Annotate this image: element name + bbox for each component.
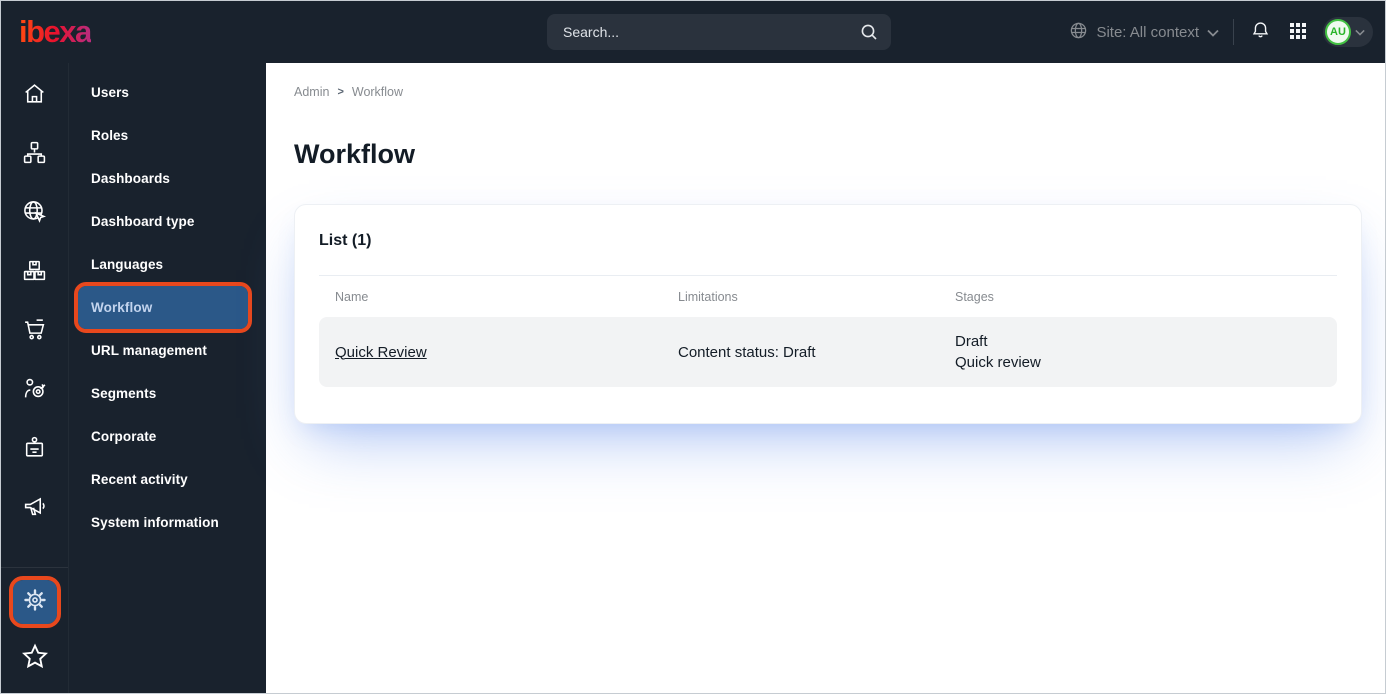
sidebar-item-corporate[interactable]: Corporate [69, 415, 266, 458]
sidebar-item-label: Recent activity [91, 472, 188, 487]
sidebar-item-url-management[interactable]: URL management [69, 329, 266, 372]
sidebar-item-label: URL management [91, 343, 207, 358]
chevron-down-icon [1207, 24, 1219, 41]
personalization-target-icon[interactable] [22, 375, 48, 401]
site-globe-icon [1069, 21, 1088, 44]
sidebar-item-recent-activity[interactable]: Recent activity [69, 458, 266, 501]
topbar-right: Site: All context AU [1069, 1, 1373, 63]
admin-sidebar: Users Roles Dashboards Dashboard type La… [68, 63, 266, 693]
commerce-cart-icon[interactable] [22, 316, 48, 342]
app-grid-icon [1289, 22, 1307, 43]
product-boxes-icon[interactable] [22, 257, 48, 283]
sidebar-item-dashboards[interactable]: Dashboards [69, 157, 266, 200]
site-cursor-globe-icon[interactable] [22, 198, 48, 224]
settings-button-active[interactable] [8, 576, 61, 628]
page-title: Workflow [294, 139, 415, 169]
sidebar-item-users[interactable]: Users [69, 71, 266, 114]
topbar-divider [1233, 19, 1234, 45]
rail-bottom [1, 567, 68, 693]
sidebar-item-label: Workflow [91, 300, 153, 315]
bell-icon [1250, 20, 1271, 44]
sidebar-item-label: Segments [91, 386, 157, 401]
table-row: Quick Review Content status: Draft Draft… [319, 317, 1337, 387]
workflow-name-link[interactable]: Quick Review [335, 344, 427, 361]
global-search [547, 14, 891, 50]
search-icon[interactable] [859, 22, 879, 47]
sidebar-item-dashboard-type[interactable]: Dashboard type [69, 200, 266, 243]
sidebar-item-system-information[interactable]: System information [69, 501, 266, 544]
bookmarks-star-icon[interactable] [20, 642, 50, 677]
ibexa-logo[interactable]: ibexa [19, 14, 92, 50]
column-header-name: Name [335, 290, 369, 304]
sidebar-item-label: Roles [91, 128, 129, 143]
user-menu[interactable]: AU [1323, 17, 1373, 47]
workflow-stages: Draft Quick review [955, 331, 1321, 373]
site-context-selector[interactable]: Site: All context [1069, 21, 1219, 44]
rail-divider [1, 567, 68, 568]
sidebar-item-label: System information [91, 515, 219, 530]
breadcrumb-current: Workflow [351, 85, 404, 99]
sidebar-item-segments[interactable]: Segments [69, 372, 266, 415]
topbar: ibexa Site: All context [1, 1, 1385, 63]
stage-item: Quick review [955, 354, 1041, 371]
workflow-list-card: List (1) Name Limitations Stages Quick R… [294, 204, 1362, 424]
main-content: Admin > Workflow Workflow List (1) Name … [266, 63, 1385, 693]
breadcrumb-separator: > [337, 86, 344, 98]
icon-rail [1, 63, 68, 693]
sidebar-item-label: Dashboard type [91, 214, 195, 229]
workflow-limitations: Content status: Draft [678, 343, 816, 361]
breadcrumb-admin-link[interactable]: Admin [294, 85, 329, 99]
stage-item: Draft [955, 333, 988, 350]
app-switcher-button[interactable] [1287, 20, 1309, 45]
sidebar-item-languages[interactable]: Languages [69, 243, 266, 286]
avatar: AU [1325, 19, 1351, 45]
table-header: Name Limitations Stages [319, 290, 1337, 304]
sidebar-item-label: Languages [91, 257, 164, 272]
notifications-button[interactable] [1248, 18, 1273, 46]
column-header-limitations: Limitations [678, 290, 738, 304]
sidebar-item-workflow[interactable]: Workflow [74, 282, 252, 333]
chevron-down-icon [1355, 23, 1365, 41]
home-icon[interactable] [22, 80, 48, 106]
marketing-megaphone-icon[interactable] [22, 493, 48, 519]
sidebar-item-label: Users [91, 85, 130, 100]
site-context-label: Site: All context [1096, 23, 1199, 41]
rail-top-icons [1, 63, 68, 519]
content-structure-icon[interactable] [22, 139, 48, 165]
sidebar-item-label: Dashboards [91, 171, 171, 186]
app-window: ibexa Site: All context [0, 0, 1386, 694]
card-divider [319, 275, 1337, 276]
search-input[interactable] [547, 14, 891, 50]
column-header-stages: Stages [955, 290, 994, 304]
breadcrumb: Admin > Workflow [294, 85, 403, 99]
customer-badge-icon[interactable] [22, 434, 48, 460]
sidebar-item-label: Corporate [91, 429, 157, 444]
settings-gear-icon [22, 587, 48, 618]
list-heading: List (1) [319, 232, 372, 249]
sidebar-item-roles[interactable]: Roles [69, 114, 266, 157]
